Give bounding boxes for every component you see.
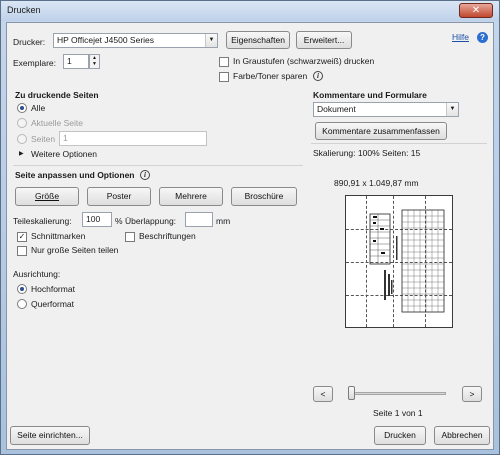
page-slider-track[interactable]	[350, 392, 446, 395]
radio-range-label: Seiten	[31, 134, 56, 144]
expand-triangle-icon[interactable]: ▶	[19, 150, 24, 157]
pages-heading: Zu druckende Seiten	[15, 90, 99, 100]
page-thumbnail	[369, 209, 445, 313]
labels-label: Beschriftungen	[139, 231, 196, 241]
page-range-input[interactable]: 1	[59, 131, 207, 146]
comments-select[interactable]: Dokument ▼	[313, 102, 459, 117]
advanced-button[interactable]: Erweitert...	[296, 31, 352, 49]
overlap-unit: mm	[216, 216, 231, 226]
tile-scale-label: Teileskalierung:	[13, 216, 72, 226]
close-button[interactable]: ✕	[459, 3, 493, 18]
copies-input[interactable]: 1	[63, 54, 89, 69]
properties-button[interactable]: Eigenschaften	[226, 31, 290, 49]
chevron-down-icon: ▼	[446, 103, 458, 116]
chevron-down-icon: ▼	[205, 34, 217, 47]
grayscale-checkbox[interactable]	[219, 57, 229, 67]
help-icon[interactable]: ?	[477, 32, 488, 43]
percent-unit: %	[115, 216, 123, 226]
cut-marks-checkbox[interactable]: ✓	[17, 232, 27, 242]
divider	[13, 165, 303, 166]
large-pages-only-checkbox[interactable]	[17, 246, 27, 256]
printer-label: Drucker:	[13, 37, 46, 47]
multiple-button[interactable]: Mehrere	[159, 187, 223, 206]
printer-selected-value: HP Officejet J4500 Series	[57, 35, 155, 45]
save-ink-checkbox[interactable]	[219, 72, 229, 82]
radio-landscape[interactable]	[17, 299, 27, 309]
dialog-body: Hilfe ? Drucker: HP Officejet J4500 Seri…	[6, 22, 494, 450]
copies-label: Exemplare:	[13, 58, 56, 68]
window-title: Drucken	[7, 5, 41, 15]
radio-landscape-label: Querformat	[31, 299, 74, 309]
scaling-info: Skalierung: 100% Seiten: 15	[313, 148, 421, 158]
save-ink-label: Farbe/Toner sparen	[233, 71, 308, 81]
grayscale-label: In Graustufen (schwarzweiß) drucken	[233, 56, 375, 66]
cancel-button[interactable]: Abbrechen	[434, 426, 490, 445]
divider	[311, 143, 487, 144]
radio-page-range[interactable]	[17, 134, 27, 144]
labels-checkbox[interactable]	[125, 232, 135, 242]
booklet-button[interactable]: Broschüre	[231, 187, 297, 206]
radio-portrait[interactable]	[17, 284, 27, 294]
poster-button[interactable]: Poster	[87, 187, 151, 206]
next-page-button[interactable]: >	[462, 386, 482, 402]
info-icon[interactable]: i	[313, 71, 323, 81]
previous-page-button[interactable]: <	[313, 386, 333, 402]
cut-marks-label: Schnittmarken	[31, 231, 86, 241]
overlap-input[interactable]	[185, 212, 213, 227]
sizing-heading: Seite anpassen und Optionen	[15, 170, 135, 180]
large-pages-only-label: Nur große Seiten teilen	[31, 245, 119, 255]
page-dimensions: 890,91 x 1.049,87 mm	[334, 178, 419, 188]
radio-portrait-label: Hochformat	[31, 284, 75, 294]
print-button[interactable]: Drucken	[374, 426, 426, 445]
comments-heading: Kommentare und Formulare	[313, 90, 427, 100]
size-button[interactable]: Größe	[15, 187, 79, 206]
copies-spinner[interactable]: ▲ ▼	[89, 54, 100, 69]
printer-select[interactable]: HP Officejet J4500 Series ▼	[53, 33, 218, 48]
radio-current-label: Aktuelle Seite	[31, 118, 83, 128]
page-setup-button[interactable]: Seite einrichten...	[10, 426, 90, 445]
info-icon[interactable]: i	[140, 170, 150, 180]
comments-selected-value: Dokument	[317, 104, 356, 114]
more-options-toggle[interactable]: Weitere Optionen	[31, 149, 97, 159]
tile-scale-input[interactable]: 100	[82, 212, 112, 227]
page-indicator: Seite 1 von 1	[373, 408, 423, 418]
title-bar: Drucken ✕	[1, 1, 499, 21]
orientation-heading: Ausrichtung:	[13, 269, 61, 279]
help-link[interactable]: Hilfe	[452, 32, 469, 42]
print-dialog: Drucken ✕ Hilfe ? Drucker: HP Officejet …	[0, 0, 500, 455]
radio-current-page[interactable]	[17, 118, 27, 128]
page-slider-thumb[interactable]	[348, 386, 355, 400]
preview-page	[345, 195, 453, 328]
summarize-comments-button[interactable]: Kommentare zusammenfassen	[315, 122, 447, 140]
spin-down-icon[interactable]: ▼	[90, 61, 99, 68]
overlap-label: Überlappung:	[125, 216, 177, 226]
radio-all-pages[interactable]	[17, 103, 27, 113]
radio-all-label: Alle	[31, 103, 46, 113]
